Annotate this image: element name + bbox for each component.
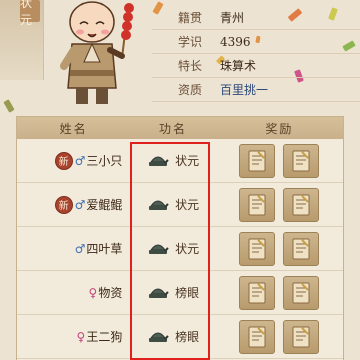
scroll-book-icon[interactable] (239, 319, 276, 354)
info-row: 特长 珠算术 (152, 54, 360, 78)
info-label: 籍贯 (178, 11, 203, 25)
rank-title: 状元 (175, 242, 200, 256)
rank-title: 状元 (175, 154, 200, 168)
male-icon: ♂ (74, 153, 86, 168)
info-label: 资质 (178, 83, 203, 97)
table-row[interactable]: ♀ 物资 榜眼 (17, 271, 343, 315)
female-icon: ♀ (76, 329, 86, 344)
results-table: 姓名 功名 奖励 新 ♂ 三小只 状元新 ♂ 爱鲲鲲 状元 ♂ 四叶草 状元 ♀ 物资 榜眼 ♀ 王二狗 榜眼 (16, 116, 344, 360)
title-cell: 状元 (130, 196, 215, 214)
new-badge: 新 (54, 151, 73, 170)
male-icon: ♂ (74, 197, 86, 212)
info-row: 籍贯 青州 (152, 6, 360, 30)
scroll-book-icon[interactable] (283, 143, 320, 178)
student-name: 四叶草 (86, 242, 123, 256)
student-info-panel: 籍贯 青州学识 4396 特长 珠算术资质 百里挑一 (152, 6, 360, 102)
table-row[interactable]: 新 ♂ 爱鲲鲲 状元 (17, 183, 343, 227)
student-name: 物资 (98, 286, 123, 300)
info-row: 资质 百里挑一 (152, 78, 360, 102)
header-name: 姓名 (59, 121, 88, 136)
info-value: 珠算术 (220, 59, 257, 73)
name-cell: 新 ♂ 爱鲲鲲 (17, 195, 130, 214)
student-name: 三小只 (86, 154, 123, 168)
name-cell: ♀ 王二狗 (17, 328, 130, 345)
reward-cell (216, 187, 343, 222)
student-avatar (60, 1, 134, 104)
title-cell: 状元 (130, 152, 215, 170)
scroll-book-icon[interactable] (283, 187, 320, 222)
table-header: 姓名 功名 奖励 (17, 117, 343, 139)
info-value: 青州 (220, 11, 245, 25)
scroll-book-icon[interactable] (283, 319, 320, 354)
scroll-book-icon[interactable] (239, 275, 276, 310)
table-row[interactable]: 新 ♂ 三小只 状元 (17, 139, 343, 183)
scroll-book-icon[interactable] (239, 187, 276, 222)
info-value: 4396 (220, 34, 251, 49)
scroll-book-icon[interactable] (283, 231, 320, 266)
scroll-book-icon[interactable] (239, 143, 276, 178)
reward-cell (216, 231, 343, 266)
table-row[interactable]: ♂ 四叶草 状元 (17, 227, 343, 271)
info-label: 特长 (178, 59, 203, 73)
confetti (3, 99, 15, 113)
title-cell: 榜眼 (130, 284, 215, 302)
scholar-hat-icon (149, 156, 169, 166)
info-value: 百里挑一 (220, 83, 269, 97)
scroll-book-icon[interactable] (239, 231, 276, 266)
info-row: 学识 4396 (152, 30, 360, 54)
name-cell: 新 ♂ 三小只 (17, 151, 130, 170)
name-cell: ♂ 四叶草 (17, 240, 130, 257)
scholar-hat-icon (149, 244, 169, 254)
table-row[interactable]: ♀ 王二狗 榜眼 (17, 315, 343, 359)
banner-label: 状元 (20, 0, 40, 27)
female-icon: ♀ (88, 285, 98, 300)
header-title: 功名 (159, 121, 188, 136)
rank-title: 榜眼 (175, 330, 200, 344)
title-banner: 状元 (0, 0, 44, 80)
header-reward: 奖励 (265, 121, 294, 136)
student-name: 王二狗 (86, 330, 123, 344)
scholar-hat-icon (149, 200, 169, 210)
info-label: 学识 (178, 35, 203, 49)
rank-title: 状元 (175, 198, 200, 212)
title-cell: 榜眼 (130, 328, 215, 346)
reward-cell (216, 319, 343, 354)
name-cell: ♀ 物资 (17, 284, 130, 301)
scholar-hat-icon (149, 332, 169, 342)
student-name: 爱鲲鲲 (86, 198, 123, 212)
scroll-book-icon[interactable] (283, 275, 320, 310)
reward-cell (216, 143, 343, 178)
new-badge: 新 (54, 195, 73, 214)
reward-cell (216, 275, 343, 310)
title-cell: 状元 (130, 240, 215, 258)
male-icon: ♂ (74, 241, 86, 256)
rank-title: 榜眼 (175, 286, 200, 300)
scholar-hat-icon (149, 288, 169, 298)
